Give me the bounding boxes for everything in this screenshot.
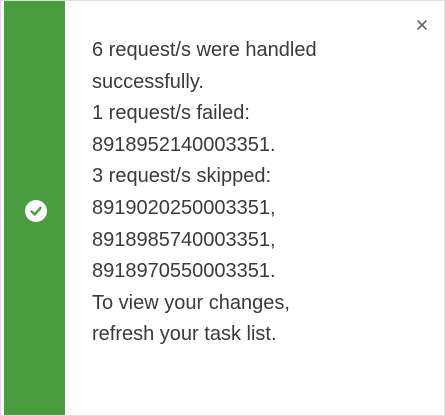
skipped-request-id: 8918970550003351. bbox=[92, 260, 276, 283]
check-circle-icon bbox=[25, 200, 47, 222]
message-line-refresh: refresh your task list. bbox=[92, 323, 277, 346]
message-line-successfully: successfully. bbox=[92, 70, 204, 93]
failed-request-id: 8918952140003351. bbox=[92, 133, 276, 156]
close-button[interactable] bbox=[412, 15, 432, 35]
skipped-request-id: 8918985740003351, bbox=[92, 228, 276, 251]
message-line-handled: 6 request/s were handled bbox=[92, 39, 317, 61]
notification-message: 6 request/s were handled successfully. 1… bbox=[92, 35, 412, 351]
status-strip bbox=[4, 1, 65, 415]
message-line-failed: 1 request/s failed: bbox=[92, 102, 250, 125]
message-line-skipped: 3 request/s skipped: bbox=[92, 165, 271, 188]
skipped-request-id: 8919020250003351, bbox=[92, 196, 276, 219]
close-icon[interactable] bbox=[417, 20, 427, 30]
message-line-view-changes: To view your changes, bbox=[92, 291, 290, 314]
notification-toast: 6 request/s were handled successfully. 1… bbox=[0, 0, 445, 416]
